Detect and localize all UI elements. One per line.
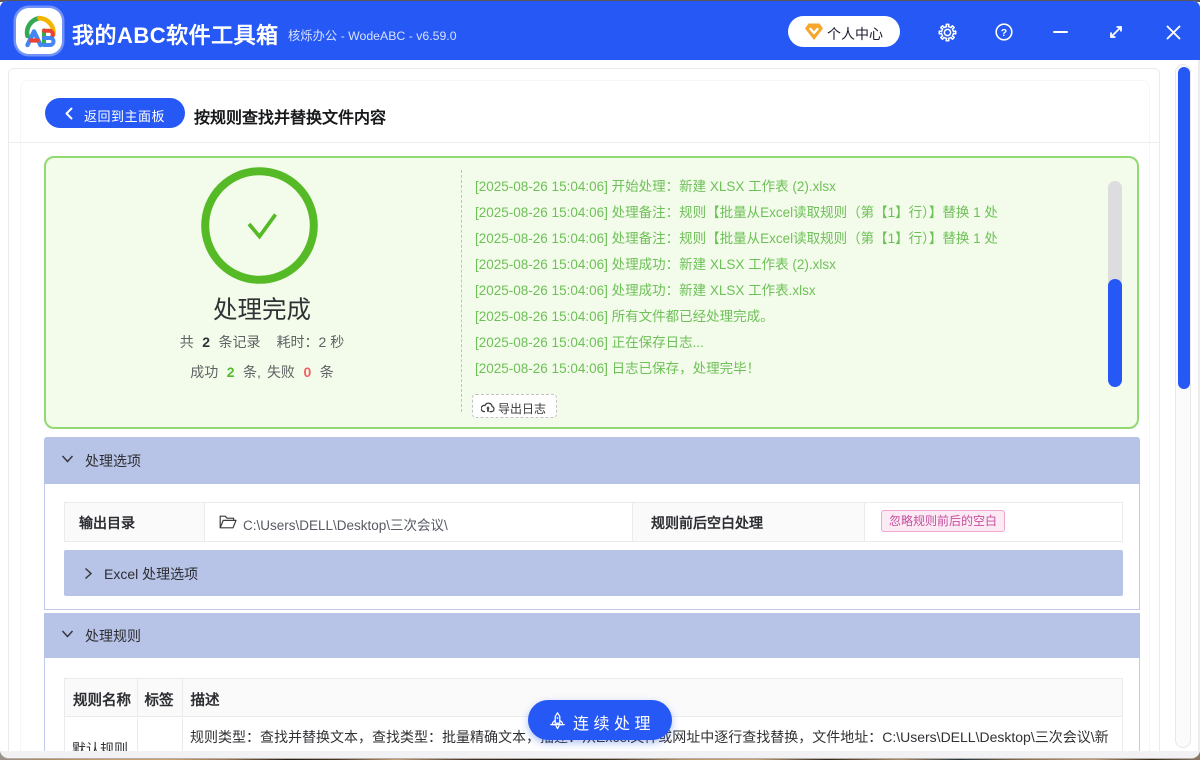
svg-text:?: ? [1001,27,1007,39]
